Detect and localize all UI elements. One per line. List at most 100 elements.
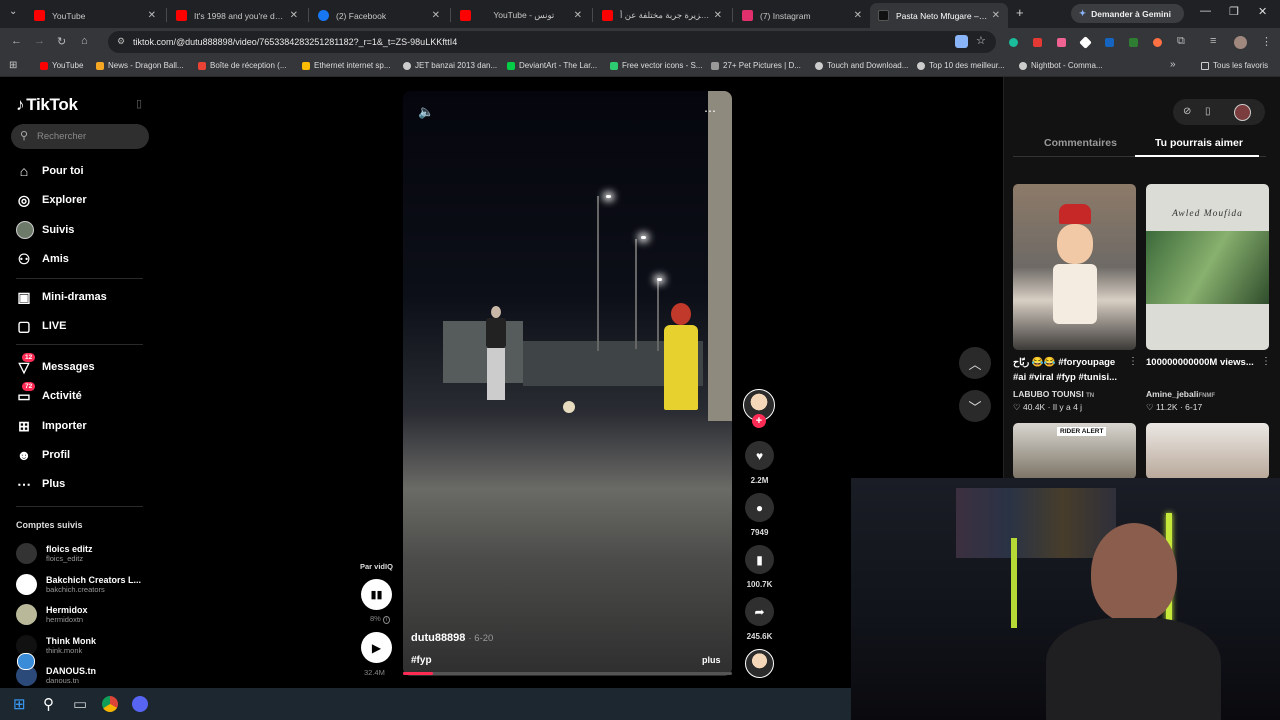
site-info-icon[interactable]: ⚙	[117, 36, 125, 47]
tab-search-icon[interactable]: ⌄	[9, 6, 17, 17]
bookmark-star-icon[interactable]: ☆	[976, 34, 986, 47]
address-bar[interactable]: ⚙ tiktok.com/@dutu888898/video/765338428…	[108, 31, 996, 53]
bookmark-item[interactable]: DeviantArt - The Lar...	[507, 61, 597, 70]
previous-video-button[interactable]: ︿	[959, 347, 991, 379]
close-icon[interactable]: ✕	[714, 10, 722, 21]
like-button[interactable]: ♥	[745, 441, 774, 470]
tiktok-logo[interactable]: ♪ TikTok	[16, 95, 78, 115]
minimize-icon[interactable]: —	[1200, 5, 1211, 17]
vidiq-stats-button[interactable]: ▮▮	[361, 579, 392, 610]
new-tab-icon[interactable]: +	[1016, 5, 1024, 20]
reload-icon[interactable]: ↻	[57, 35, 66, 48]
card-author[interactable]: Amine_jebaliFNMF	[1146, 389, 1215, 399]
window-close-icon[interactable]: ✕	[1258, 5, 1267, 18]
more-options-icon[interactable]: ⋯	[704, 104, 717, 118]
info-icon[interactable]: i	[382, 616, 391, 624]
card-title[interactable]: ربّاح 😂😂 #foryoupage #ai #viral #fyp #tu…	[1013, 355, 1131, 385]
nav-profil[interactable]: ☻ Profil	[16, 444, 71, 466]
restore-icon[interactable]: ❐	[1229, 5, 1239, 18]
close-icon[interactable]: ✕	[432, 10, 440, 21]
task-view-icon[interactable]: ▭	[73, 695, 87, 713]
nav-explorer[interactable]: ◎ Explorer	[16, 189, 87, 211]
browser-tab-4[interactable]: YouTube - تونس ✕	[452, 3, 590, 28]
discord-icon[interactable]	[132, 696, 148, 712]
browser-tab-1[interactable]: YouTube ✕	[26, 3, 164, 28]
extension-icon[interactable]	[1057, 38, 1066, 47]
bookmark-item[interactable]: Touch and Download...	[815, 61, 908, 70]
user-avatar[interactable]	[1234, 104, 1251, 121]
play-button[interactable]: ▶	[361, 632, 392, 663]
browser-tab-active[interactable]: Pasta Neto Mfugare – Easy ✕	[870, 3, 1008, 28]
bookmark-item[interactable]: Ethernet internet sp...	[302, 61, 391, 70]
card-more-icon[interactable]: ⋮	[1128, 356, 1138, 367]
browser-tab-5[interactable]: لية جزيرة جربة مختلفة عن أ ✕	[594, 3, 730, 28]
forward-icon[interactable]: →	[34, 35, 45, 47]
nav-messages[interactable]: ▽ 12 Messages	[16, 352, 95, 378]
bookmark-item[interactable]: JET banzai 2013 dan...	[403, 61, 497, 70]
close-icon[interactable]: ✕	[854, 10, 862, 21]
video-author[interactable]: dutu88898 · 6-20	[411, 632, 493, 644]
nav-activite[interactable]: ▭ 72 Activité	[16, 381, 82, 407]
bookmark-item[interactable]: Nightbot - Comma...	[1019, 61, 1103, 70]
nav-importer[interactable]: ⊞ Importer	[16, 415, 87, 437]
music-disc-avatar[interactable]	[745, 649, 774, 678]
description-more-link[interactable]: plus	[702, 655, 721, 665]
extension-icon[interactable]	[1129, 38, 1138, 47]
floating-helper-icon[interactable]	[17, 653, 35, 670]
followed-account[interactable]: Hermidox hermidoxtn	[16, 604, 88, 625]
translate-icon[interactable]	[955, 35, 968, 48]
all-bookmarks[interactable]: Tous les favoris	[1201, 61, 1268, 70]
bookmark-item[interactable]: Top 10 des meilleur...	[917, 61, 1005, 70]
save-button[interactable]: ▮	[745, 545, 774, 574]
suggested-thumbnail[interactable]: RIDER ALERT	[1013, 423, 1136, 479]
kebab-menu-icon[interactable]: ⋮	[1261, 35, 1272, 48]
browser-tab-3[interactable]: (2) Facebook ✕	[310, 3, 448, 28]
compass-icon[interactable]: ⊘	[1183, 106, 1191, 117]
follow-plus-icon[interactable]: +	[752, 414, 766, 428]
chrome-icon[interactable]	[102, 696, 118, 712]
card-more-icon[interactable]: ⋮	[1261, 356, 1271, 367]
gemini-button[interactable]: ✦ Demander à Gemini	[1071, 4, 1184, 23]
reading-list-icon[interactable]: ≡	[1210, 35, 1216, 47]
extension-icon[interactable]	[1033, 38, 1042, 47]
nav-live[interactable]: ▢ LIVE	[16, 315, 66, 337]
nav-plus[interactable]: ⋯ Plus	[16, 473, 65, 495]
tab-comments[interactable]: Commentaires	[1044, 137, 1117, 149]
bookmark-item[interactable]: Boîte de réception (...	[198, 61, 287, 70]
home-icon[interactable]: ⌂	[81, 35, 88, 47]
video-progress-bar[interactable]	[403, 672, 732, 675]
card-author[interactable]: LABUBO TOUNSI TN	[1013, 389, 1094, 399]
nav-mini-dramas[interactable]: ▣ Mini-dramas	[16, 286, 106, 308]
close-icon[interactable]: ✕	[992, 10, 1000, 21]
extension-icon[interactable]	[1009, 38, 1018, 47]
bookmark-item[interactable]: 27+ Pet Pictures | D...	[711, 61, 801, 70]
chevron-right-icon[interactable]: »	[1170, 59, 1176, 70]
collapse-sidebar-icon[interactable]: ▯	[136, 97, 142, 110]
next-video-button[interactable]: ﹀	[959, 390, 991, 422]
followed-account[interactable]: floics editz floics_editz	[16, 543, 93, 564]
video-player[interactable]	[403, 91, 732, 676]
nav-amis[interactable]: ⚇ Amis	[16, 248, 69, 270]
browser-tab-2[interactable]: It's 1998 and you're driftin ✕	[168, 3, 306, 28]
tab-suggested[interactable]: Tu pourrais aimer	[1155, 137, 1243, 149]
card-title[interactable]: 100000000000M views...	[1146, 355, 1264, 370]
extensions-puzzle-icon[interactable]: ⧉	[1177, 35, 1185, 48]
close-icon[interactable]: ✕	[148, 10, 156, 21]
extension-icon[interactable]	[1105, 38, 1114, 47]
bookmark-item[interactable]: Free vector icons - S...	[610, 61, 702, 70]
bookmark-item[interactable]: News - Dragon Ball...	[96, 61, 184, 70]
volume-icon[interactable]: 🔈	[418, 104, 434, 120]
profile-avatar-icon[interactable]	[1234, 36, 1247, 49]
comment-button[interactable]: ●	[745, 493, 774, 522]
close-icon[interactable]: ✕	[290, 10, 298, 21]
apps-grid-icon[interactable]: ⊞	[9, 60, 17, 71]
video-hashtag[interactable]: #fyp	[411, 655, 432, 666]
nav-pour-toi[interactable]: ⌂ Pour toi	[16, 160, 84, 182]
followed-account[interactable]: Bakchich Creators L... bakchich.creators	[16, 574, 141, 595]
extension-icon[interactable]	[1153, 38, 1162, 47]
browser-tab-6[interactable]: (7) Instagram ✕	[734, 3, 870, 28]
share-button[interactable]: ➦	[745, 597, 774, 626]
nav-suivis[interactable]: Suivis	[16, 219, 74, 241]
search-input[interactable]: ⚲ Rechercher	[11, 124, 149, 149]
device-icon[interactable]: ▯	[1205, 106, 1211, 117]
